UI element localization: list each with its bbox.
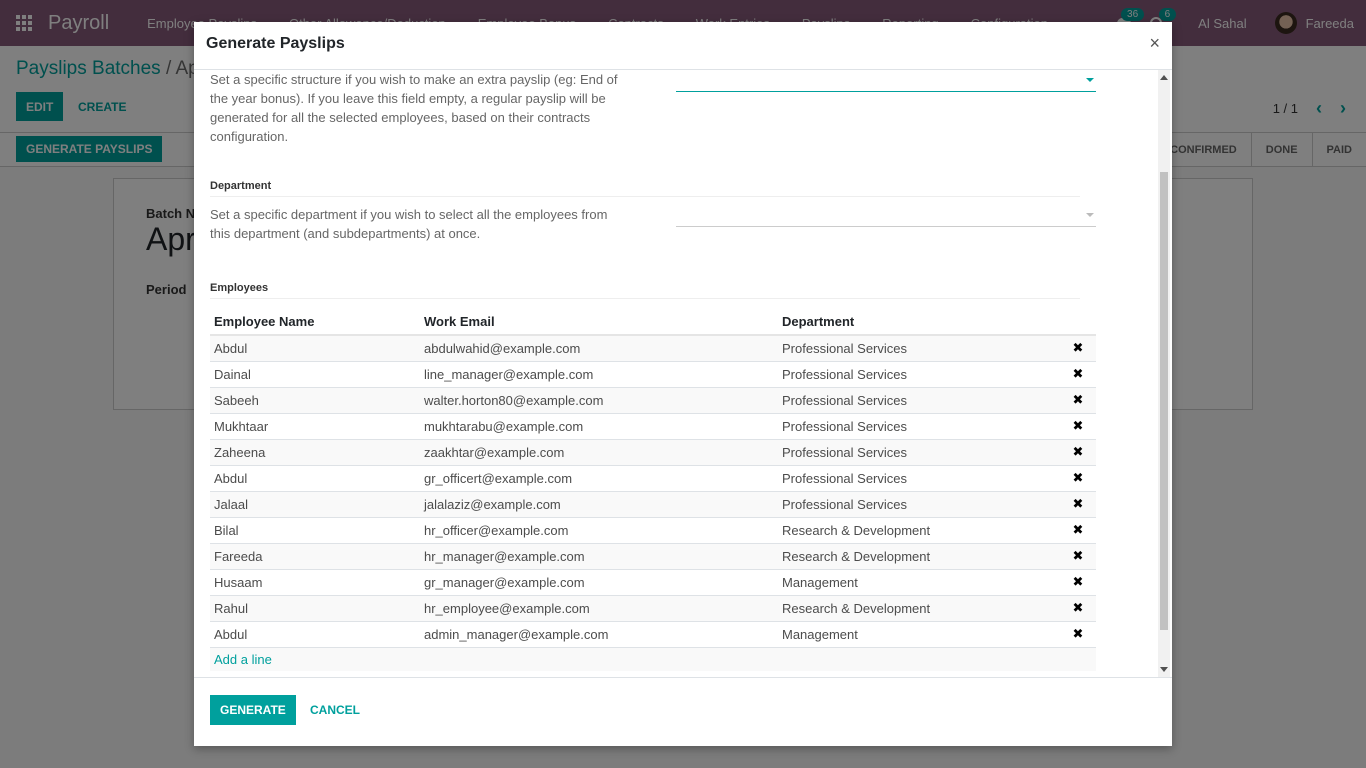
table-row[interactable]: Bilal hr_officer@example.com Research & De… — [210, 516, 1096, 543]
employees-label: Employees — [210, 282, 1080, 299]
cancel-button[interactable]: CANCEL — [310, 695, 360, 725]
table-row[interactable]: Rahul hr_employee@example.com Research & D… — [210, 594, 1096, 621]
work-email-cell[interactable]: admin_manager@example.com — [420, 620, 778, 647]
work-email-cell[interactable]: jalalaziz@example.com — [420, 490, 778, 517]
add-line-link[interactable]: Add a line — [214, 652, 272, 667]
scroll-down-arrow-icon[interactable] — [1160, 667, 1168, 672]
delete-row-icon[interactable]: ✖ — [1056, 594, 1096, 621]
employee-name-cell[interactable]: Mukhtaar — [210, 412, 420, 439]
table-row[interactable]: Sabeeh walter.horton80@example.com Profess… — [210, 386, 1096, 413]
close-icon[interactable]: × — [1149, 33, 1160, 54]
dialog-header: Generate Payslips × — [194, 22, 1172, 70]
employees-table: Employee Name Work Email Department Abdu… — [210, 308, 1096, 671]
delete-row-icon[interactable]: ✖ — [1056, 386, 1096, 413]
table-header-row: Employee Name Work Email Department — [210, 308, 1096, 336]
delete-row-icon[interactable]: ✖ — [1056, 542, 1096, 569]
delete-row-icon[interactable]: ✖ — [1056, 516, 1096, 543]
generate-button[interactable]: GENERATE — [210, 695, 296, 725]
work-email-cell[interactable]: abdulwahid@example.com — [420, 334, 778, 361]
work-email-cell[interactable]: walter.horton80@example.com — [420, 386, 778, 413]
employee-name-cell[interactable]: Abdul — [210, 334, 420, 361]
table-row[interactable]: Zaheena zaakhtar@example.com Professional … — [210, 438, 1096, 465]
department-cell[interactable]: Professional Services — [778, 464, 1056, 491]
delete-row-icon[interactable]: ✖ — [1056, 568, 1096, 595]
employee-name-cell[interactable]: Zaheena — [210, 438, 420, 465]
department-cell[interactable]: Professional Services — [778, 386, 1056, 413]
table-row[interactable]: Mukhtaar mukhtarabu@example.com Profession… — [210, 412, 1096, 439]
caret-down-icon — [1086, 213, 1094, 217]
dialog-footer: GENERATE CANCEL — [194, 677, 1172, 746]
employee-name-cell[interactable]: Rahul — [210, 594, 420, 621]
employee-name-cell[interactable]: Husaam — [210, 568, 420, 595]
department-cell[interactable]: Professional Services — [778, 334, 1056, 361]
department-cell[interactable]: Professional Services — [778, 490, 1056, 517]
work-email-cell[interactable]: hr_employee@example.com — [420, 594, 778, 621]
work-email-cell[interactable]: hr_officer@example.com — [420, 516, 778, 543]
delete-row-icon[interactable]: ✖ — [1056, 334, 1096, 361]
work-email-cell[interactable]: line_manager@example.com — [420, 360, 778, 387]
delete-row-icon[interactable]: ✖ — [1056, 438, 1096, 465]
department-cell[interactable]: Research & Development — [778, 542, 1056, 569]
column-work-email[interactable]: Work Email — [420, 308, 778, 336]
delete-row-icon[interactable]: ✖ — [1056, 490, 1096, 517]
delete-row-icon[interactable]: ✖ — [1056, 620, 1096, 647]
add-line-cell: Add a line — [210, 646, 1096, 671]
work-email-cell[interactable]: gr_manager@example.com — [420, 568, 778, 595]
column-actions — [1056, 308, 1096, 336]
delete-row-icon[interactable]: ✖ — [1056, 464, 1096, 491]
work-email-cell[interactable]: zaakhtar@example.com — [420, 438, 778, 465]
department-help-text: Set a specific department if you wish to… — [210, 207, 608, 241]
delete-row-icon[interactable]: ✖ — [1056, 360, 1096, 387]
table-row[interactable]: Abdul abdulwahid@example.com Professional … — [210, 334, 1096, 361]
table-row[interactable]: Abdul admin_manager@example.com Management… — [210, 620, 1096, 647]
table-row[interactable]: Husaam gr_manager@example.com Management ✖ — [210, 568, 1096, 595]
employee-name-cell[interactable]: Fareeda — [210, 542, 420, 569]
department-cell[interactable]: Professional Services — [778, 360, 1056, 387]
department-cell[interactable]: Professional Services — [778, 438, 1056, 465]
delete-row-icon[interactable]: ✖ — [1056, 412, 1096, 439]
work-email-cell[interactable]: mukhtarabu@example.com — [420, 412, 778, 439]
work-email-cell[interactable]: hr_manager@example.com — [420, 542, 778, 569]
caret-down-icon — [1086, 78, 1094, 82]
employee-name-cell[interactable]: Abdul — [210, 464, 420, 491]
table-row[interactable]: Fareeda hr_manager@example.com Research & … — [210, 542, 1096, 569]
column-department[interactable]: Department — [778, 308, 1056, 336]
department-cell[interactable]: Management — [778, 620, 1056, 647]
scroll-up-arrow-icon[interactable] — [1160, 75, 1168, 80]
table-row[interactable]: Dainal line_manager@example.com Profession… — [210, 360, 1096, 387]
employee-name-cell[interactable]: Bilal — [210, 516, 420, 543]
add-line-row: Add a line — [210, 646, 1096, 671]
dialog-body: Set a specific structure if you wish to … — [194, 70, 1172, 677]
department-label: Department — [210, 180, 1080, 197]
column-employee-name[interactable]: Employee Name — [210, 308, 420, 336]
table-row[interactable]: Abdul gr_officert@example.com Professional… — [210, 464, 1096, 491]
structure-help-text: Set a specific structure if you wish to … — [210, 72, 618, 144]
department-cell[interactable]: Research & Development — [778, 516, 1056, 543]
dialog-scrollbar[interactable] — [1158, 70, 1170, 677]
dialog-title: Generate Payslips — [206, 35, 345, 52]
employee-name-cell[interactable]: Sabeeh — [210, 386, 420, 413]
employee-name-cell[interactable]: Abdul — [210, 620, 420, 647]
department-select[interactable] — [676, 205, 1096, 227]
table-row[interactable]: Jalaal jalalaziz@example.com Professional … — [210, 490, 1096, 517]
department-cell[interactable]: Professional Services — [778, 412, 1056, 439]
department-cell[interactable]: Research & Development — [778, 594, 1056, 621]
department-cell[interactable]: Management — [778, 568, 1056, 595]
employee-name-cell[interactable]: Jalaal — [210, 490, 420, 517]
generate-payslips-dialog: Generate Payslips × Set a specific struc… — [194, 22, 1172, 746]
employee-name-cell[interactable]: Dainal — [210, 360, 420, 387]
structure-select[interactable] — [676, 70, 1096, 92]
scroll-thumb[interactable] — [1160, 172, 1168, 630]
work-email-cell[interactable]: gr_officert@example.com — [420, 464, 778, 491]
